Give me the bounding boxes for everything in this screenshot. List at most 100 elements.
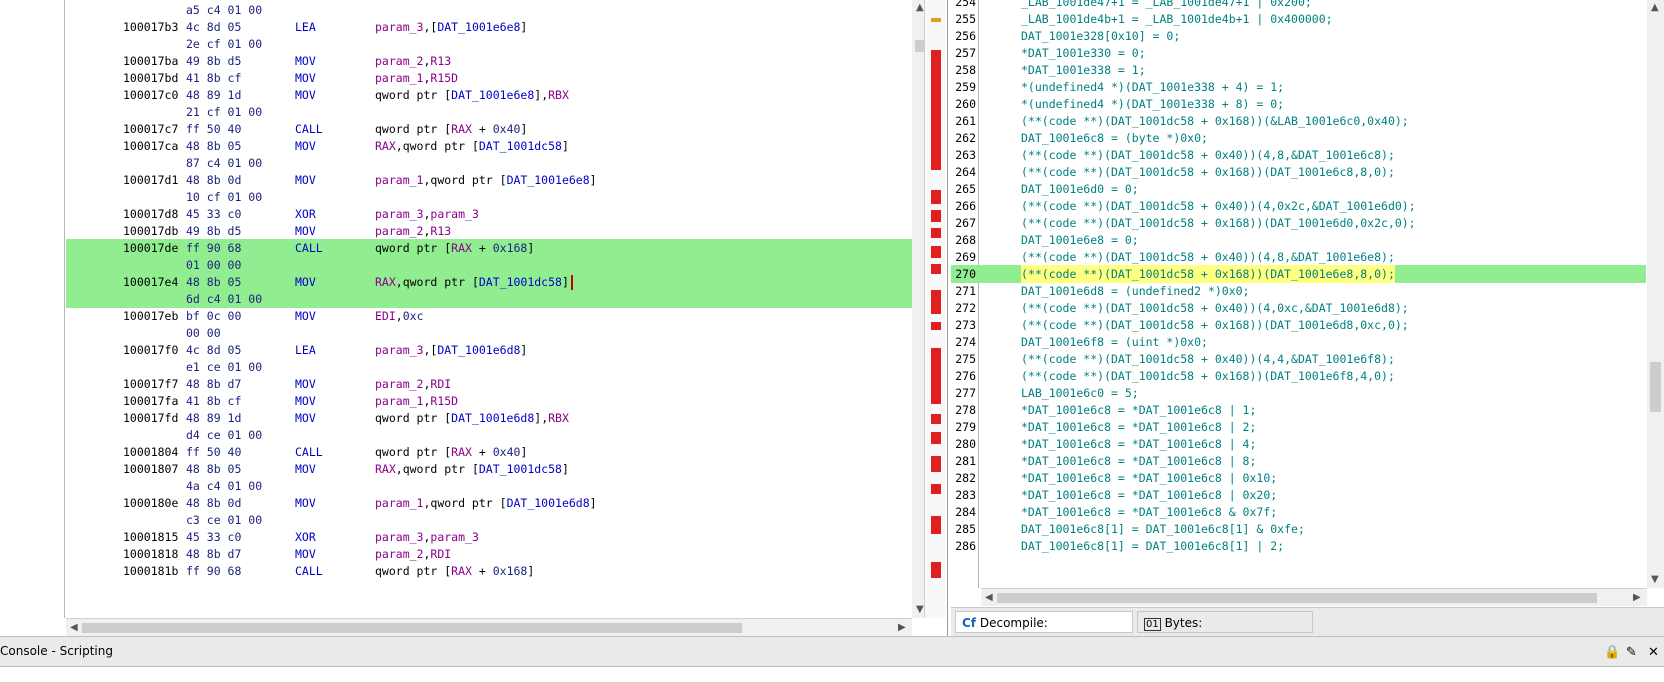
overview-marker[interactable] — [931, 210, 941, 222]
instruction-operands[interactable]: param_1,qword ptr [DAT_1001e6d8] — [375, 494, 597, 512]
instruction-address[interactable]: 100017f0 — [123, 341, 178, 359]
instruction-mnemonic[interactable]: LEA — [295, 341, 316, 359]
instruction-mnemonic[interactable]: MOV — [295, 494, 316, 512]
decompile-hscroll-thumb[interactable] — [997, 593, 1597, 603]
instruction-address[interactable]: 100017de — [123, 239, 178, 257]
listing-row[interactable]: 00 00 — [66, 324, 914, 342]
decompile-code[interactable]: *(undefined4 *)(DAT_1001e338 + 4) = 1; — [1021, 78, 1284, 96]
listing-row[interactable]: 4a c4 01 00 — [66, 477, 914, 495]
decompile-line[interactable]: 256 DAT_1001e328[0x10] = 0; — [951, 27, 1646, 45]
instruction-bytes[interactable]: 4c 8d 05 — [186, 18, 241, 36]
decompile-code[interactable]: *DAT_1001e6c8 = *DAT_1001e6c8 | 0x20; — [1021, 486, 1277, 504]
listing-row[interactable]: 100017c0 48 89 1d MOV qword ptr [DAT_1001e6… — [66, 86, 914, 104]
overview-marker[interactable] — [931, 18, 941, 22]
decompile-rows[interactable]: 254 _LAB_1001de47+1 = _LAB_1001de47+1 | 0… — [951, 0, 1646, 588]
scroll-right-icon[interactable]: ▶ — [1633, 592, 1641, 603]
instruction-bytes[interactable]: 41 8b cf — [186, 69, 241, 87]
decompile-line[interactable]: 259 *(undefined4 *)(DAT_1001e338 + 4) = 1… — [951, 78, 1646, 96]
instruction-operands[interactable]: param_1,R15D — [375, 69, 458, 87]
scroll-down-icon[interactable]: ▼ — [1651, 574, 1659, 585]
operand-token[interactable]: RDI — [430, 547, 451, 561]
listing-row[interactable]: 100017fd 48 89 1d MOV qword ptr [DAT_1001e6… — [66, 409, 914, 427]
decompile-line[interactable]: 276 (**(code **)(DAT_1001dc58 + 0x168))(D… — [951, 367, 1646, 385]
decompile-code[interactable]: (**(code **)(DAT_1001dc58 + 0x168))(DAT_… — [1021, 163, 1395, 181]
instruction-bytes[interactable]: 21 cf 01 00 — [186, 103, 262, 121]
operand-token[interactable]: param_2 — [375, 377, 423, 391]
instruction-bytes[interactable]: 48 8b d7 — [186, 375, 241, 393]
listing-row[interactable]: 100017b3 4c 8d 05 LEA param_3,[DAT_1001e6e8… — [66, 18, 914, 36]
decompile-line[interactable]: 262 DAT_1001e6c8 = (byte *)0x0; — [951, 129, 1646, 147]
instruction-address[interactable]: 100017c7 — [123, 120, 178, 138]
decompile-code[interactable]: (**(code **)(DAT_1001dc58 + 0x168))(&LAB… — [1021, 112, 1409, 130]
decompile-line[interactable]: 265 DAT_1001e6d0 = 0; — [951, 180, 1646, 198]
operand-token[interactable]: RAX — [375, 275, 396, 289]
overview-marker[interactable] — [931, 516, 941, 534]
operand-token[interactable]: R15D — [430, 394, 458, 408]
listing-row[interactable]: 10001818 48 8b d7 MOV param_2,RDI — [66, 545, 914, 563]
listing-row[interactable]: 100017db 49 8b d5 MOV param_2,R13 — [66, 222, 914, 240]
decompile-code[interactable]: DAT_1001e6e8 = 0; — [1021, 231, 1139, 249]
instruction-operands[interactable]: qword ptr [RAX + 0x40] — [375, 443, 527, 461]
decompile-code[interactable]: *DAT_1001e330 = 0; — [1021, 44, 1146, 62]
close-icon[interactable]: ✕ — [1648, 645, 1659, 660]
instruction-address[interactable]: 100017bd — [123, 69, 178, 87]
scroll-up-icon[interactable]: ▲ — [1651, 2, 1659, 13]
instruction-operands[interactable]: qword ptr [RAX + 0x168] — [375, 239, 534, 257]
decompile-code[interactable]: DAT_1001e328[0x10] = 0; — [1021, 27, 1180, 45]
listing-row[interactable]: a5 c4 01 00 — [66, 1, 914, 19]
listing-row[interactable]: 10001804 ff 50 40 CALL qword ptr [RAX + 0x4… — [66, 443, 914, 461]
instruction-address[interactable]: 10001804 — [123, 443, 178, 461]
overview-marker[interactable] — [931, 290, 941, 314]
operand-token[interactable]: DAT_1001e6d8 — [437, 343, 520, 357]
instruction-operands[interactable]: param_1,qword ptr [DAT_1001e6e8] — [375, 171, 597, 189]
scroll-up-icon[interactable]: ▲ — [916, 2, 924, 13]
decompile-code[interactable]: (**(code **)(DAT_1001dc58 + 0x168))(DAT_… — [1021, 367, 1395, 385]
instruction-operands[interactable]: param_1,R15D — [375, 392, 458, 410]
operand-token[interactable]: R13 — [430, 224, 451, 238]
overview-marker[interactable] — [931, 484, 941, 494]
operand-token[interactable]: RDI — [430, 377, 451, 391]
operand-token[interactable]: DAT_1001dc58 — [479, 275, 562, 289]
decompile-line[interactable]: 261 (**(code **)(DAT_1001dc58 + 0x168))(&… — [951, 112, 1646, 130]
listing-row[interactable]: 100017de ff 90 68 CALL qword ptr [RAX + 0x1… — [66, 239, 914, 257]
operand-token[interactable]: param_3 — [375, 343, 423, 357]
overview-marker[interactable] — [931, 246, 941, 258]
decompile-code[interactable]: DAT_1001e6f8 = (uint *)0x0; — [1021, 333, 1208, 351]
instruction-bytes[interactable]: ff 90 68 — [186, 239, 241, 257]
listing-row[interactable]: 6d c4 01 00 — [66, 290, 914, 308]
operand-token[interactable]: DAT_1001dc58 — [479, 462, 562, 476]
operand-token[interactable]: R13 — [430, 54, 451, 68]
instruction-address[interactable]: 10001807 — [123, 460, 178, 478]
decompile-line[interactable]: 278 *DAT_1001e6c8 = *DAT_1001e6c8 | 1; — [951, 401, 1646, 419]
listing-pane[interactable]: a5 c4 01 00 100017b3 4c 8d 05 LEA param_3,[D… — [0, 0, 948, 636]
decompile-code[interactable]: *DAT_1001e6c8 = *DAT_1001e6c8 & 0x7f; — [1021, 503, 1277, 521]
instruction-mnemonic[interactable]: CALL — [295, 562, 323, 580]
instruction-bytes[interactable]: 4a c4 01 00 — [186, 477, 262, 495]
instruction-address[interactable]: 100017ca — [123, 137, 178, 155]
decompile-code[interactable]: (**(code **)(DAT_1001dc58 + 0x40))(4,8,&… — [1021, 248, 1395, 266]
decompile-code[interactable]: _LAB_1001de4b+1 = _LAB_1001de4b+1 | 0x40… — [1021, 10, 1333, 28]
decompile-line[interactable]: 283 *DAT_1001e6c8 = *DAT_1001e6c8 | 0x20; — [951, 486, 1646, 504]
listing-row[interactable]: 01 00 00 — [66, 256, 914, 274]
decompile-code[interactable]: *DAT_1001e6c8 = *DAT_1001e6c8 | 1; — [1021, 401, 1256, 419]
decompile-line[interactable]: 269 (**(code **)(DAT_1001dc58 + 0x40))(4,… — [951, 248, 1646, 266]
decompile-code[interactable]: LAB_1001e6c0 = 5; — [1021, 384, 1139, 402]
operand-token[interactable]: param_3 — [430, 207, 478, 221]
decompile-line[interactable]: 286 DAT_1001e6c8[1] = DAT_1001e6c8[1] | 2… — [951, 537, 1646, 555]
instruction-address[interactable]: 100017eb — [123, 307, 178, 325]
decompile-code[interactable]: (**(code **)(DAT_1001dc58 + 0x168))(DAT_… — [1021, 214, 1416, 232]
listing-row[interactable]: 100017bd 41 8b cf MOV param_1,R15D — [66, 69, 914, 87]
scroll-left-icon[interactable]: ◀ — [70, 622, 78, 633]
instruction-operands[interactable]: qword ptr [DAT_1001e6d8],RBX — [375, 409, 569, 427]
overview-marker[interactable] — [931, 228, 941, 238]
listing-row[interactable]: 100017ca 48 8b 05 MOV RAX,qword ptr [DAT_10… — [66, 137, 914, 155]
operand-token[interactable]: param_3 — [375, 20, 423, 34]
decompile-pane[interactable]: 254 _LAB_1001de47+1 = _LAB_1001de47+1 | 0… — [951, 0, 1664, 636]
decompile-line[interactable]: 285 DAT_1001e6c8[1] = DAT_1001e6c8[1] & 0… — [951, 520, 1646, 538]
instruction-bytes[interactable]: 10 cf 01 00 — [186, 188, 262, 206]
instruction-bytes[interactable]: 48 89 1d — [186, 86, 241, 104]
instruction-mnemonic[interactable]: MOV — [295, 375, 316, 393]
instruction-operands[interactable]: param_2,RDI — [375, 545, 451, 563]
instruction-operands[interactable]: RAX,qword ptr [DAT_1001dc58] — [375, 273, 573, 291]
instruction-operands[interactable]: qword ptr [RAX + 0x168] — [375, 562, 534, 580]
